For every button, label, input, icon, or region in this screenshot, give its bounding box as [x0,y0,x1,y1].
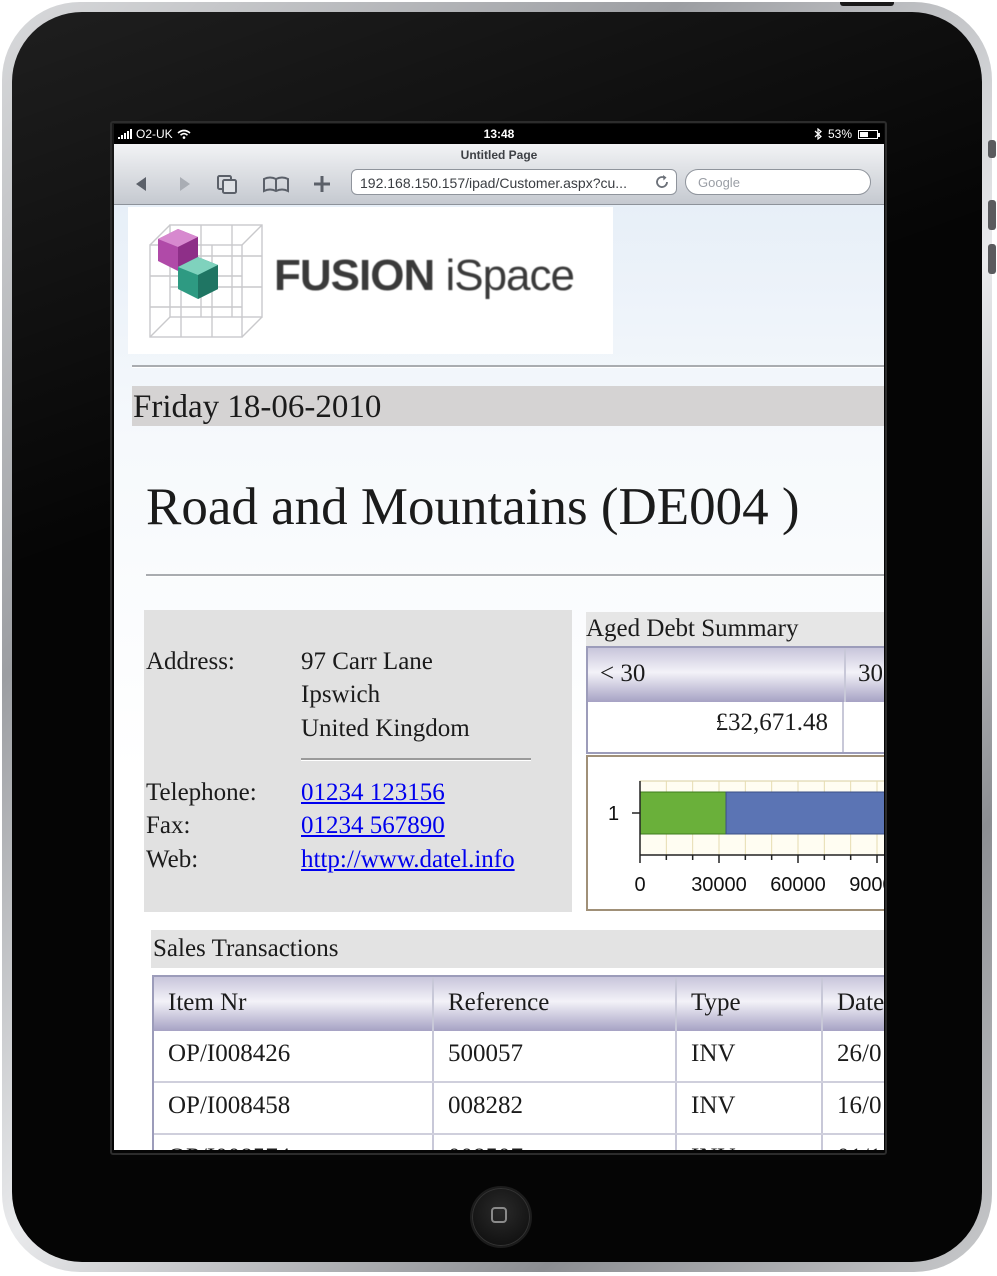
aged-debt-chart-svg: 1 0 30000 60000 90000 [608,780,884,896]
sales-col-item-nr[interactable]: Item Nr [154,977,434,1031]
volume-up-button [988,200,996,230]
cell-item-nr: OP/I008458 [154,1083,434,1133]
aged-debt-chart: 1 0 30000 60000 90000 [586,755,884,911]
logo-text: FUSION iSpace [274,251,575,300]
status-right-group: 53% [814,127,880,141]
chart-bar-segment [725,791,884,835]
chart-bar-segment [639,791,727,835]
search-field[interactable]: Google [685,169,871,195]
fax-link[interactable]: 01234 567890 [301,812,445,839]
cell-date: 01/1 [823,1135,884,1150]
address-panel: Address: 97 Carr Lane Ipswich United Kin… [144,610,572,912]
table-row[interactable]: OP/I008458 008282 INV 16/0 [154,1083,884,1133]
cell-date: 16/0 [837,1092,882,1119]
cell-item-nr: OP/I008574 [154,1135,434,1150]
battery-fill [860,131,868,137]
cell-type: INV [677,1031,823,1081]
battery-percent: 53% [827,127,852,141]
address-line-1: 97 Carr Lane [301,648,433,675]
bookmarks-icon[interactable] [262,174,290,194]
address-line-3: United Kingdom [301,715,470,742]
telephone-label: Telephone: [146,779,257,806]
status-time: 13:48 [483,127,515,141]
address-line-2: Ipswich [301,681,381,708]
aged-debt-col-30: 30 [858,660,883,687]
aged-debt-header-row: < 30 30 [588,648,884,702]
aged-debt-table: < 30 30 £32,671.48 [586,646,884,754]
chart-y-tick-label: 1 [608,803,619,825]
aged-debt-title: Aged Debt Summary [586,612,884,646]
add-bookmark-icon[interactable] [308,174,336,194]
address-label: Address: [146,648,235,675]
home-square-icon [491,1207,507,1223]
cell-type: INV [677,1083,823,1133]
address-bar[interactable]: 192.168.150.157/ipad/Customer.aspx?cu... [351,169,677,195]
cell-reference: 008282 [434,1083,677,1133]
web-page: FUSION iSpace Friday 18-06-2010 Road and… [114,205,884,1150]
telephone-link[interactable]: 01234 123156 [301,779,445,806]
web-link[interactable]: http://www.datel.info [301,846,515,873]
header-divider [132,365,884,368]
pages-icon[interactable] [214,174,242,194]
status-bar: O2-UK 13:48 53% [114,124,884,144]
chart-x-tick-label: 30000 [691,874,747,896]
browser-toolbar: Untitled Page 192.168.150.157/ipad/Custo… [114,144,884,205]
sales-table: Item Nr Reference Type Date OP/I008426 5… [152,975,884,1150]
battery-icon [858,129,880,139]
sales-title: Sales Transactions [151,930,884,968]
cell-reference: 008507 [434,1135,677,1150]
bluetooth-icon [814,128,822,140]
sleep-button [840,2,894,6]
chart-x-tick-label: 60000 [770,874,826,896]
aged-debt-value-row: £32,671.48 [588,702,884,752]
date-bar: Friday 18-06-2010 [132,386,884,426]
fax-label: Fax: [146,812,191,839]
customer-title: Road and Mountains (DE004 ) [146,478,800,536]
home-button[interactable] [470,1186,532,1248]
back-arrow-icon[interactable] [128,174,156,194]
logo: FUSION iSpace [128,207,613,354]
sales-col-date[interactable]: Date [823,977,884,1031]
cell-type: INV [677,1135,823,1150]
table-row[interactable]: OP/I008574 008507 INV 01/1 [154,1135,884,1150]
mute-switch [988,140,996,158]
forward-arrow-icon[interactable] [170,174,198,194]
chart-x-tick-label: 90000 [849,874,884,896]
reload-icon[interactable] [653,173,671,191]
cell-item-nr: OP/I008426 [154,1031,434,1081]
cell-reference: 500057 [434,1031,677,1081]
aged-debt-value-30 [846,702,884,752]
logo-cube-icon [149,224,263,338]
sales-header-row: Item Nr Reference Type Date [154,977,884,1031]
web-label: Web: [146,846,199,873]
address-divider [301,758,531,761]
screen: O2-UK 13:48 53% Untitled Page 192.168.15… [114,124,884,1150]
browser-page-title: Untitled Page [460,148,538,162]
aged-debt-col-under-30: < 30 [588,648,846,702]
cell-date: 26/0 [837,1040,882,1067]
title-divider [146,574,884,577]
sales-col-reference[interactable]: Reference [434,977,677,1031]
chart-x-tick-label: 0 [634,874,645,896]
aged-debt-value-under-30: £32,671.48 [588,702,844,752]
sales-col-type[interactable]: Type [677,977,823,1031]
volume-down-button [988,244,996,274]
table-row[interactable]: OP/I008426 500057 INV 26/0 [154,1031,884,1081]
